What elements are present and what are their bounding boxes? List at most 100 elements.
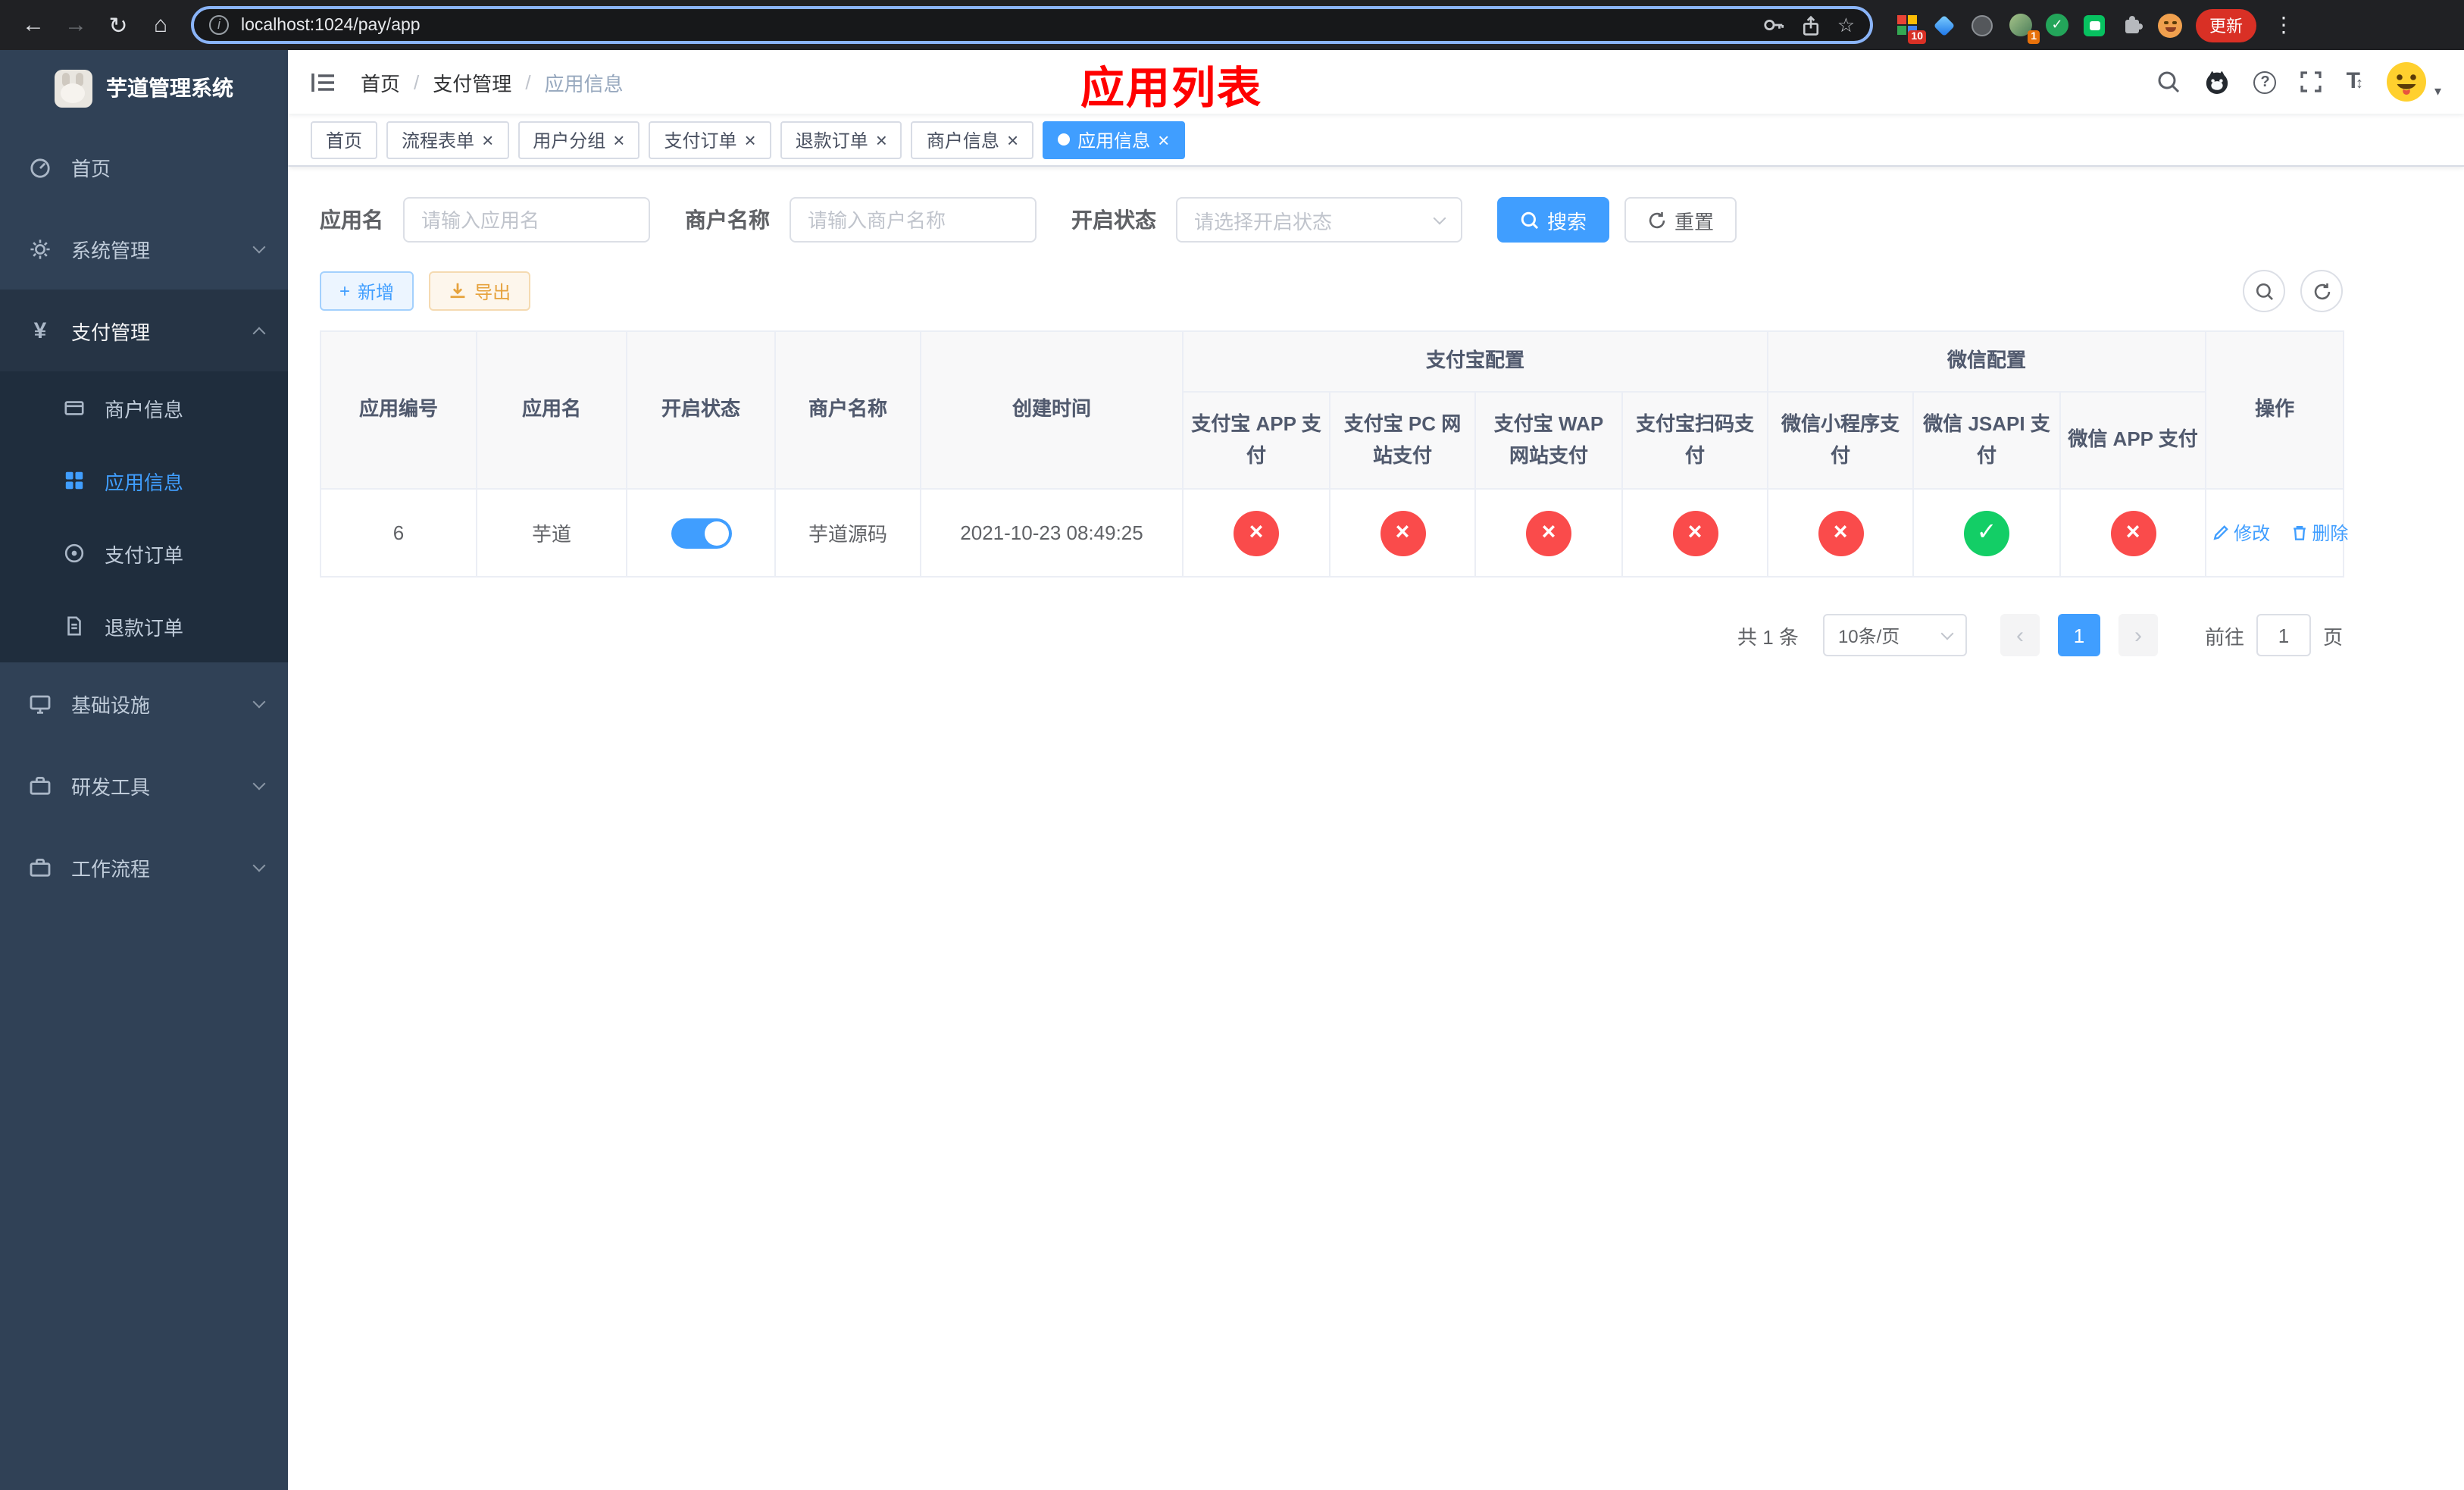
avatar-extension-icon[interactable]: 1: [2008, 13, 2040, 43]
enabled-switch[interactable]: [671, 518, 731, 548]
active-dot: [1058, 133, 1071, 146]
sidebar-item-refund-order[interactable]: 退款订单: [0, 590, 288, 662]
font-size-icon[interactable]: T↕: [2347, 68, 2363, 95]
tab-refund-order[interactable]: 退款订单 ×: [780, 121, 902, 158]
chevron-down-icon: [252, 776, 266, 790]
site-info-icon[interactable]: i: [209, 15, 229, 35]
col-merchant: 商户名称: [774, 330, 921, 490]
table-toolbar: + 新增 导出: [320, 270, 2343, 312]
sidebar-item-dev-tools[interactable]: 研发工具: [0, 744, 288, 826]
prev-page-button[interactable]: ‹: [2000, 614, 2040, 656]
password-key-icon[interactable]: [1763, 14, 1786, 36]
tab-app-info[interactable]: 应用信息 ×: [1043, 121, 1185, 158]
wechat-mini-status-icon: ×: [1818, 510, 1864, 556]
check-extension-icon[interactable]: ✓: [2046, 14, 2068, 36]
main-area: 首页 / 支付管理 / 应用信息 应用列表 ? T↕ ▾ 首页 流程表单 × 用…: [288, 50, 2464, 1490]
gem-extension-icon[interactable]: [1932, 13, 1956, 37]
trash-icon: [2293, 525, 2306, 540]
sidebar-item-system[interactable]: 系统管理: [0, 208, 288, 290]
col-alipay-pc: 支付宝 PC 网站支付: [1329, 391, 1476, 490]
sidebar-item-pay-order[interactable]: 支付订单: [0, 517, 288, 590]
total-count: 共 1 条: [1737, 625, 1799, 648]
close-icon[interactable]: ×: [745, 130, 756, 149]
sidebar-item-app-info[interactable]: 应用信息: [0, 444, 288, 517]
tab-pay-order[interactable]: 支付订单 ×: [649, 121, 771, 158]
refresh-table-button[interactable]: [2300, 270, 2343, 312]
sidebar-item-label: 退款订单: [105, 616, 184, 639]
browser-home-icon[interactable]: ⌂: [142, 7, 179, 43]
blocks-extension-icon[interactable]: 10: [1894, 13, 1926, 43]
toggle-search-button[interactable]: [2243, 270, 2285, 312]
share-icon[interactable]: [1801, 14, 1822, 36]
globe-extension-icon[interactable]: [1970, 13, 1994, 37]
sidebar-item-payment[interactable]: ¥ 支付管理: [0, 290, 288, 371]
search-icon[interactable]: [2157, 70, 2181, 94]
chevron-up-icon: [252, 327, 266, 340]
browser-reload-icon[interactable]: ↻: [100, 7, 136, 43]
monitor-icon: [30, 694, 51, 713]
export-button[interactable]: 导出: [429, 271, 531, 311]
extensions-puzzle-icon[interactable]: [2120, 13, 2144, 37]
col-app-id: 应用编号: [320, 330, 477, 490]
profile-avatar-icon[interactable]: [2158, 13, 2182, 37]
breadcrumb-item[interactable]: 支付管理: [433, 67, 511, 96]
sidebar-item-label: 支付订单: [105, 543, 184, 566]
sidebar-item-home[interactable]: 首页: [0, 126, 288, 208]
tab-merchant-info[interactable]: 商户信息 ×: [911, 121, 1034, 158]
breadcrumb-item[interactable]: 首页: [361, 67, 400, 96]
tab-process-form[interactable]: 流程表单 ×: [386, 121, 509, 158]
edit-link[interactable]: 修改: [2212, 520, 2270, 546]
breadcrumb-separator: /: [525, 70, 531, 93]
gear-icon: [30, 239, 50, 258]
address-bar[interactable]: i localhost:1024/pay/app ☆: [191, 6, 1873, 44]
browser-forward-icon[interactable]: →: [58, 7, 94, 43]
cell-app-name: 芋道: [476, 488, 627, 578]
goto-page-input[interactable]: [2256, 614, 2311, 656]
hamburger-icon[interactable]: [311, 70, 336, 93]
tab-home[interactable]: 首页: [311, 121, 378, 158]
github-icon[interactable]: [2204, 68, 2231, 95]
close-icon[interactable]: ×: [613, 130, 624, 149]
chat-extension-icon[interactable]: [2082, 13, 2106, 37]
sidebar-item-merchant-info[interactable]: 商户信息: [0, 371, 288, 444]
close-icon[interactable]: ×: [1158, 130, 1169, 149]
page-size-select[interactable]: 10条/页: [1822, 614, 1967, 656]
fullscreen-icon[interactable]: [2300, 70, 2324, 94]
sidebar-item-label: 应用信息: [105, 471, 184, 493]
search-button[interactable]: 搜索: [1497, 197, 1610, 243]
next-page-button[interactable]: ›: [2118, 614, 2158, 656]
bookmark-star-icon[interactable]: ☆: [1837, 13, 1855, 37]
chevron-down-icon: ▾: [2434, 83, 2441, 99]
tabs-bar: 首页 流程表单 × 用户分组 × 支付订单 × 退款订单 × 商户信息 × 应用信息 ×: [288, 114, 2464, 167]
cell-alipay-qr: ×: [1621, 488, 1769, 578]
status-select[interactable]: 请选择开启状态: [1176, 197, 1462, 243]
sidebar-item-label: 基础设施: [71, 693, 151, 716]
col-alipay-wap: 支付宝 WAP 网站支付: [1474, 391, 1623, 490]
tab-user-group[interactable]: 用户分组 ×: [518, 121, 640, 158]
alipay-qr-status-icon: ×: [1672, 510, 1718, 556]
browser-menu-icon[interactable]: ⋮: [2273, 12, 2294, 38]
close-icon[interactable]: ×: [1007, 130, 1018, 149]
order-icon: [64, 543, 84, 563]
app-logo-row[interactable]: 芋道管理系统: [0, 50, 288, 126]
user-avatar[interactable]: ▾: [2386, 61, 2441, 103]
page-number-button[interactable]: 1: [2057, 614, 2100, 656]
extensions-strip: 10 1 ✓ 更新 ⋮: [1894, 8, 2294, 43]
sidebar-item-infrastructure[interactable]: 基础设施: [0, 662, 288, 744]
chevron-down-icon: [252, 694, 266, 708]
merchant-name-label: 商户名称: [685, 208, 770, 232]
browser-back-icon[interactable]: ←: [15, 7, 52, 43]
chrome-update-button[interactable]: 更新: [2196, 8, 2256, 42]
reset-button[interactable]: 重置: [1624, 197, 1737, 243]
add-button[interactable]: + 新增: [320, 271, 414, 311]
delete-link[interactable]: 删除: [2290, 520, 2348, 546]
cell-ops: 修改 删除: [2205, 488, 2348, 578]
status-label: 开启状态: [1071, 208, 1156, 232]
sidebar-item-workflow[interactable]: 工作流程: [0, 826, 288, 908]
app-name-input[interactable]: [403, 197, 650, 243]
help-icon[interactable]: ?: [2253, 70, 2277, 93]
payment-submenu: 商户信息 应用信息 支付订单 退款订单: [0, 371, 288, 662]
merchant-name-input[interactable]: [790, 197, 1037, 243]
close-icon[interactable]: ×: [876, 130, 887, 149]
close-icon[interactable]: ×: [482, 130, 493, 149]
